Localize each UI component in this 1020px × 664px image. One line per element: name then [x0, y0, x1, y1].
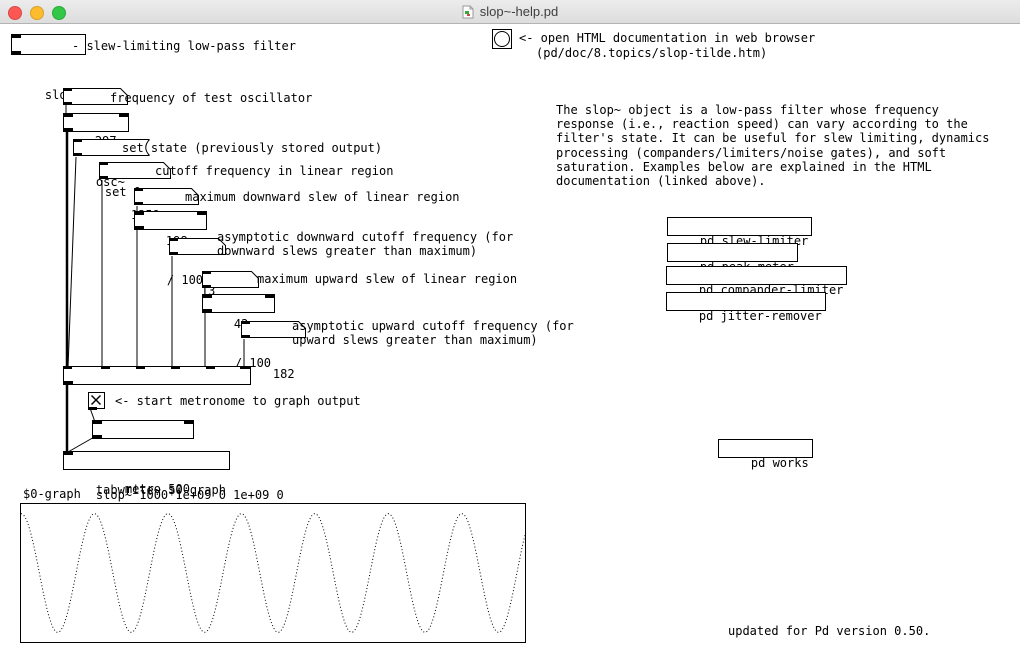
outlet-tab	[99, 176, 108, 179]
outlet-tab	[134, 202, 143, 205]
object-box-div100-a[interactable]: / 100	[134, 211, 207, 230]
toggle-metronome[interactable]	[88, 392, 105, 409]
inlet-tab	[240, 366, 250, 369]
outlet-tab	[203, 309, 212, 312]
outlet-tab	[64, 128, 73, 131]
inlet-tab	[184, 421, 193, 424]
inlet-tab	[136, 366, 145, 369]
pd-patch-window: slop~ - slew-limiting low-pass filter <-…	[0, 0, 1020, 664]
object-text: pd works	[751, 456, 809, 470]
toggle-x-icon	[89, 393, 103, 407]
subpatch-jitter-remover[interactable]: pd jitter-remover	[666, 292, 826, 311]
subpatch-compander-limiter[interactable]: pd compander-limiter	[666, 266, 847, 285]
inlet-tab	[64, 114, 73, 117]
bang-circle-icon	[494, 31, 510, 47]
inlet-tab	[135, 212, 144, 215]
number-value: 182	[273, 367, 295, 381]
waveform-graph	[20, 503, 526, 643]
number-box-max-up[interactable]: 42	[202, 271, 259, 288]
outlet-tab	[64, 381, 73, 384]
comment-updated: updated for Pd version 0.50.	[728, 624, 930, 638]
object-box-tabwrite[interactable]: tabwrite~ $0-graph	[63, 451, 230, 470]
comment-slew-filter: - slew-limiting low-pass filter	[72, 39, 296, 53]
object-text: pd jitter-remover	[699, 309, 822, 323]
bang-open-doc[interactable]	[492, 29, 512, 49]
inlet-tab	[206, 366, 215, 369]
description-paragraph: The slop~ object is a low-pass filter wh…	[556, 103, 989, 188]
comment-open-doc: <- open HTML documentation in web browse…	[519, 31, 815, 45]
subpatch-works[interactable]: pd works	[718, 439, 813, 458]
outlet-tab	[202, 285, 211, 288]
comment-doc-path: (pd/doc/8.topics/slop-tilde.htm)	[536, 46, 767, 60]
window-title-area: slop~-help.pd	[0, 0, 1020, 23]
object-box-div100-b[interactable]: / 100	[202, 294, 275, 313]
graph-array-label: $0-graph	[23, 487, 81, 501]
inlet-tab	[101, 366, 110, 369]
inlet-tab	[63, 366, 72, 369]
inlet-tab	[93, 421, 102, 424]
inlet-tab	[134, 188, 143, 191]
pd-file-icon	[462, 5, 474, 19]
comment-max-down: maximum downward slew of linear region	[185, 190, 460, 204]
outlet-tab	[63, 102, 72, 105]
outlet-tab	[93, 435, 102, 438]
subpatch-peak-meter[interactable]: pd peak-meter	[667, 243, 798, 262]
object-box-osc[interactable]: osc~	[63, 113, 129, 132]
inlet-tab	[169, 238, 178, 241]
inlet-tab	[203, 295, 212, 298]
comment-asym-up: asymptotic upward cutoff frequency (for …	[292, 319, 574, 347]
outlet-tab	[12, 51, 21, 54]
inlet-tab	[265, 295, 274, 298]
titlebar: slop~-help.pd	[0, 0, 1020, 24]
inlet-tab	[119, 114, 128, 117]
comment-cutoff: cutoff frequency in linear region	[155, 164, 393, 178]
comment-start-metro: <- start metronome to graph output	[115, 394, 361, 408]
object-box-metro[interactable]: metro 500	[92, 420, 194, 439]
outlet-tab	[135, 226, 144, 229]
sine-wave-plot	[21, 504, 525, 642]
inlet-tab	[202, 271, 211, 274]
inlet-tab	[171, 366, 180, 369]
outlet-tab	[73, 153, 82, 156]
outlet-tab	[169, 252, 178, 255]
inlet-tab	[12, 35, 21, 38]
comment-asym-down: asymptotic downward cutoff frequency (fo…	[217, 230, 513, 258]
window-title: slop~-help.pd	[480, 4, 558, 19]
inlet-tab	[241, 321, 250, 324]
inlet-tab	[64, 452, 73, 455]
inlet-tab	[63, 88, 72, 91]
object-text: tabwrite~ $0-graph	[96, 483, 226, 497]
comment-freq-test: frequency of test oscillator	[110, 91, 312, 105]
outlet-tab	[241, 335, 250, 338]
object-box-slop-main[interactable]: slop~ 1000 1e+09 0 1e+09 0	[63, 366, 251, 385]
inlet-tab	[197, 212, 206, 215]
comment-max-up: maximum upward slew of linear region	[257, 272, 517, 286]
inlet-tab	[73, 139, 82, 142]
outlet-tab	[88, 407, 97, 410]
comment-set-state: set state (previously stored output)	[122, 141, 382, 155]
subpatch-slew-limiter[interactable]: pd slew-limiter	[667, 217, 812, 236]
inlet-tab	[99, 162, 108, 165]
